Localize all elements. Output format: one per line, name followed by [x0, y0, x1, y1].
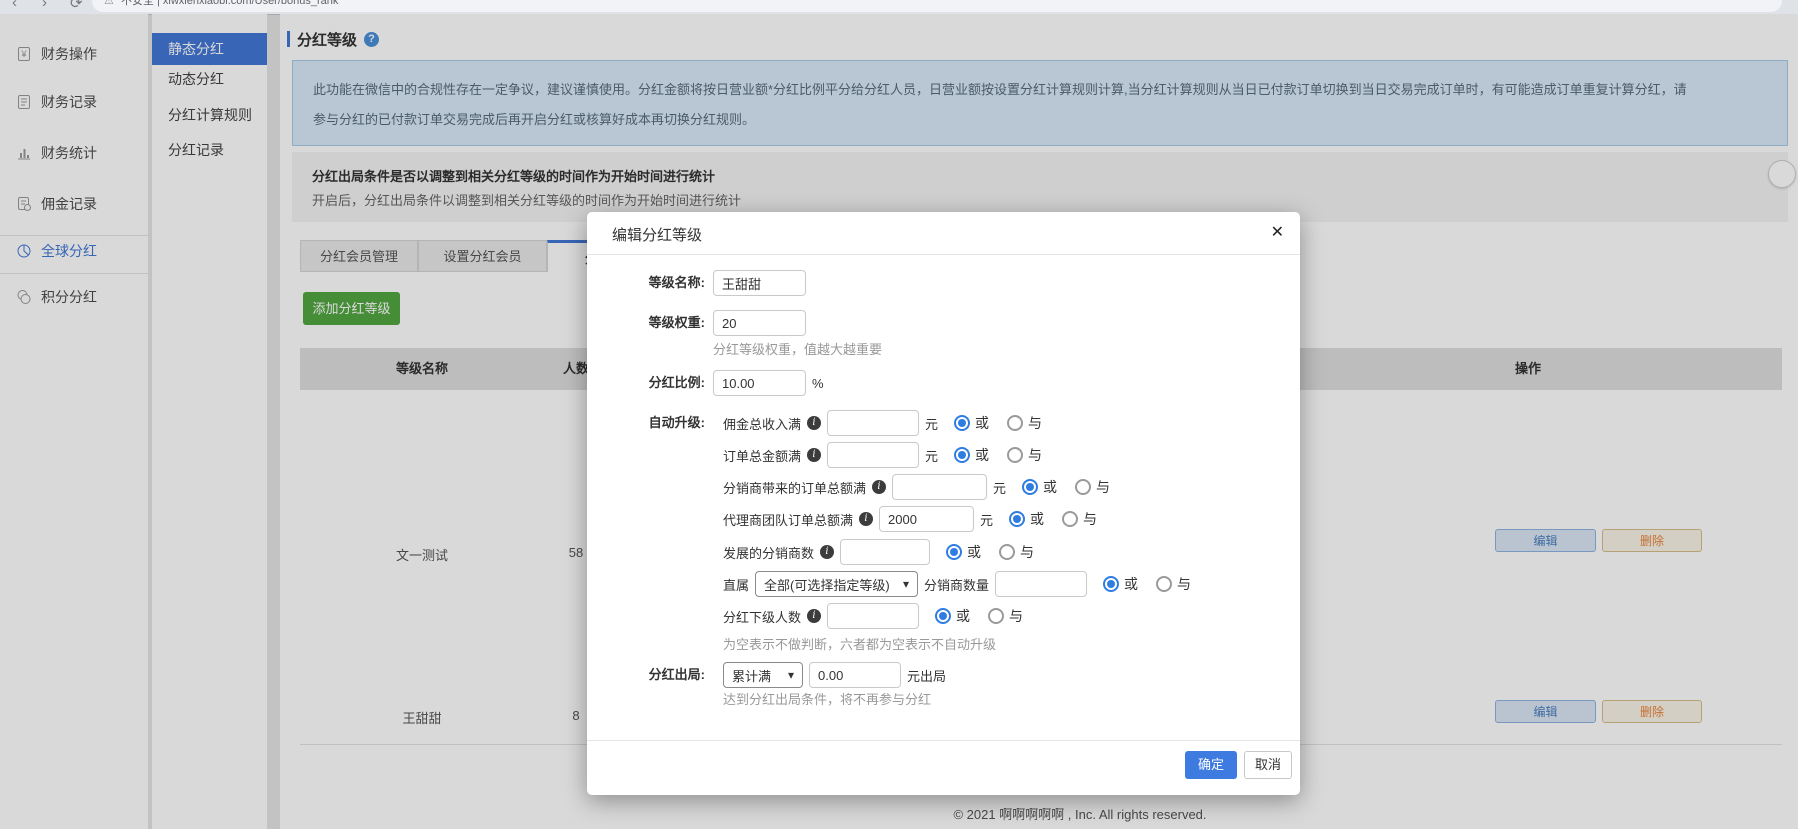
page-url: xiwxienxiaobi.com/User/bonus_rank — [163, 0, 338, 7]
dividend-out-row: 累计满 元出局 — [723, 661, 946, 689]
dividend-out-help: 达到分红出局条件，将不再参与分红 — [723, 691, 931, 709]
modal-title: 编辑分红等级 — [612, 224, 702, 245]
info-icon[interactable]: i — [872, 480, 886, 494]
order-total-input[interactable] — [827, 442, 919, 468]
agent-team-order-total-input[interactable] — [879, 506, 974, 532]
distributor-order-total-input[interactable] — [892, 474, 987, 500]
dividend-out-label: 分红出局: — [587, 661, 705, 689]
or-radio[interactable] — [1103, 576, 1119, 592]
browser-toolbar: ‹ › ⟳ ⚠ 不安全 | xiwxienxiaobi.com/User/bon… — [0, 0, 1798, 15]
info-icon[interactable]: i — [820, 545, 834, 559]
or-radio[interactable] — [1009, 511, 1025, 527]
developed-distributors-input[interactable] — [840, 539, 930, 565]
auto-upgrade-row-downline-count: 分红下级人数 i 或 与 — [723, 602, 1023, 630]
and-radio[interactable] — [999, 544, 1015, 560]
confirm-button[interactable]: 确定 — [1185, 751, 1237, 779]
auto-upgrade-row-developed-distributors: 发展的分销商数 i 或 与 — [723, 538, 1034, 566]
modal-header-divider — [587, 254, 1300, 255]
and-radio[interactable] — [1156, 576, 1172, 592]
or-radio[interactable] — [954, 447, 970, 463]
info-icon[interactable]: i — [807, 448, 821, 462]
or-radio[interactable] — [946, 544, 962, 560]
auto-upgrade-row-direct-distributors: 直属 全部(可选择指定等级) 分销商数量 或 与 — [723, 570, 1191, 598]
and-radio[interactable] — [1007, 447, 1023, 463]
close-icon[interactable]: ✕ — [1271, 222, 1284, 242]
screen: ‹ › ⟳ ⚠ 不安全 | xiwxienxiaobi.com/User/bon… — [0, 0, 1798, 829]
cancel-button[interactable]: 取消 — [1244, 751, 1292, 779]
not-secure-icon: ⚠ — [104, 0, 114, 7]
commission-total-input[interactable] — [827, 410, 919, 436]
and-radio[interactable] — [1062, 511, 1078, 527]
or-radio[interactable] — [1022, 479, 1038, 495]
and-radio[interactable] — [988, 608, 1004, 624]
edit-dividend-level-modal: 编辑分红等级 ✕ 等级名称: 等级权重: 分红等级权重，值越大越重要 分红比例:… — [587, 212, 1300, 795]
auto-upgrade-row-commission: 佣金总收入满 i 元 或 与 — [723, 409, 1042, 437]
dividend-out-mode-select[interactable]: 累计满 — [723, 662, 803, 688]
auto-upgrade-label: 自动升级: — [587, 409, 705, 437]
direct-level-select[interactable]: 全部(可选择指定等级) — [755, 571, 918, 597]
level-weight-input[interactable] — [713, 310, 806, 336]
not-secure-label: 不安全 | — [121, 0, 160, 7]
forward-icon[interactable]: › — [42, 0, 47, 11]
modal-footer-divider — [587, 740, 1300, 741]
percent-unit: % — [812, 376, 824, 391]
level-weight-help: 分红等级权重，值越大越重要 — [713, 341, 882, 359]
auto-upgrade-help: 为空表示不做判断，六者都为空表示不自动升级 — [723, 636, 996, 654]
level-name-label: 等级名称: — [587, 269, 705, 297]
back-icon[interactable]: ‹ — [12, 0, 17, 11]
and-radio[interactable] — [1075, 479, 1091, 495]
dividend-ratio-input[interactable] — [713, 370, 806, 396]
dividend-downline-count-input[interactable] — [827, 603, 919, 629]
auto-upgrade-row-order-total: 订单总金额满 i 元 或 与 — [723, 441, 1042, 469]
level-weight-label: 等级权重: — [587, 309, 705, 337]
refresh-icon[interactable]: ⟳ — [70, 0, 83, 12]
auto-upgrade-row-distributor-orders: 分销商带来的订单总额满 i 元 或 与 — [723, 473, 1110, 501]
info-icon[interactable]: i — [807, 416, 821, 430]
or-radio[interactable] — [935, 608, 951, 624]
info-icon[interactable]: i — [859, 512, 873, 526]
and-radio[interactable] — [1007, 415, 1023, 431]
auto-upgrade-row-agent-team-orders: 代理商团队订单总额满 i 元 或 与 — [723, 505, 1097, 533]
address-bar[interactable]: ⚠ 不安全 | xiwxienxiaobi.com/User/bonus_ran… — [92, 0, 1782, 12]
info-icon[interactable]: i — [807, 609, 821, 623]
or-radio[interactable] — [954, 415, 970, 431]
dividend-ratio-label: 分红比例: — [587, 369, 705, 397]
direct-distributor-count-input[interactable] — [995, 571, 1087, 597]
level-name-input[interactable] — [713, 270, 806, 296]
dividend-out-amount-input[interactable] — [809, 662, 901, 688]
